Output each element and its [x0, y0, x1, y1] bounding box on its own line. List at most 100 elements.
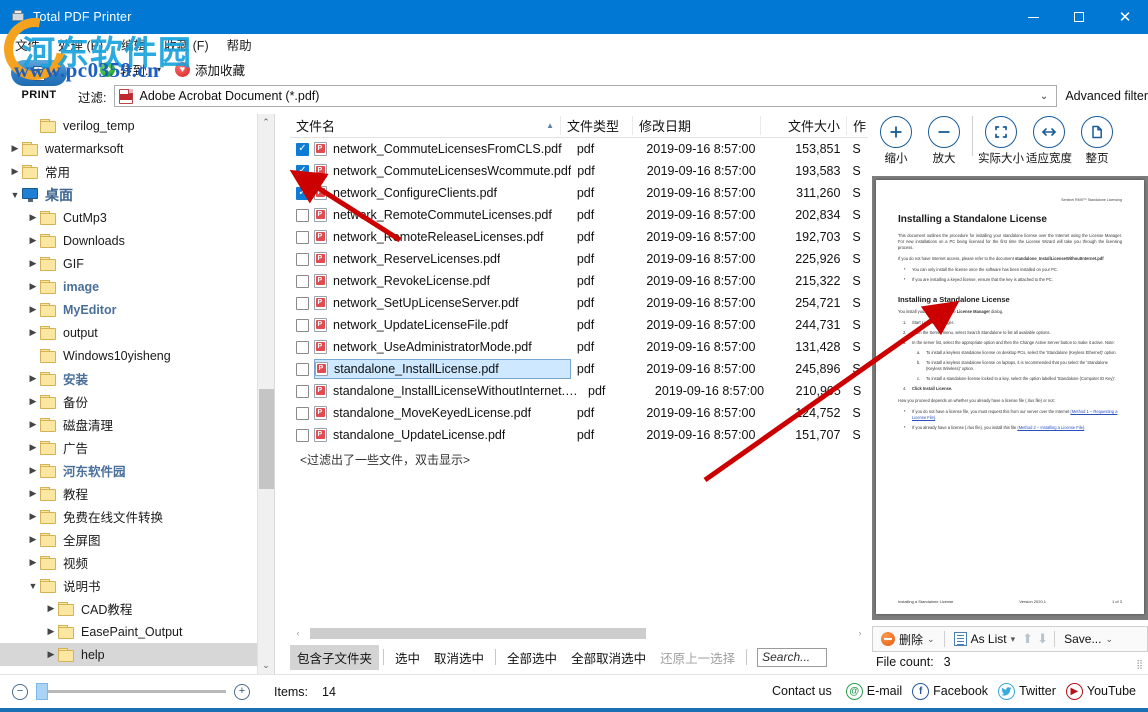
move-up-button[interactable]: ⬆ — [1021, 631, 1034, 647]
hscroll-right-button[interactable]: › — [852, 628, 868, 638]
column-header-date[interactable]: 修改日期 — [632, 116, 760, 135]
tree-collapse-icon[interactable]: ▼ — [8, 183, 22, 206]
row-checkbox-checked[interactable]: ✓ — [296, 164, 309, 178]
tree-item-MyEditor[interactable]: ▶ MyEditor — [0, 298, 257, 321]
table-row[interactable]: Pnetwork_RemoteReleaseLicenses.pdf pdf 201… — [290, 226, 868, 248]
file-list-rows[interactable]: ✓ Pnetwork_CommuteLicensesFromCLS.pdf pdf 2… — [290, 138, 868, 446]
table-row[interactable]: ✓ Pnetwork_ConfigureClients.pdf pdf 2019-09… — [290, 182, 868, 204]
tree-expand-icon[interactable]: ▶ — [26, 413, 40, 436]
scroll-up-button[interactable]: ⌃ — [258, 114, 274, 131]
deselect-button[interactable]: 取消选中 — [427, 645, 491, 670]
hscroll-thumb[interactable] — [310, 627, 646, 639]
tree-expand-icon[interactable]: ▶ — [8, 160, 22, 183]
tree-item-视频[interactable]: ▶ 视频 — [0, 551, 257, 574]
table-row[interactable]: Pstandalone_InstallLicense.pdf pdf 2019-09… — [290, 358, 868, 380]
search-input[interactable]: Search... — [757, 647, 828, 667]
goto-button[interactable]: ➜ 转到.. ▾ — [100, 60, 161, 79]
tree-expand-icon[interactable]: ▶ — [26, 482, 40, 505]
file-list-hscrollbar[interactable]: ‹ › — [290, 625, 868, 641]
menu-favorites[interactable]: 收藏 (F) — [155, 33, 217, 56]
tree-item-常用[interactable]: ▶ 常用 — [0, 160, 257, 183]
cell-filename[interactable]: Pnetwork_CommuteLicensesWcommute.pdf — [314, 161, 571, 181]
column-header-size[interactable]: 文件大小 — [760, 116, 846, 135]
deselect-all-button[interactable]: 全部取消选中 — [564, 645, 653, 670]
row-checkbox[interactable] — [296, 208, 309, 222]
zoom-in-button[interactable]: 缩小 — [872, 116, 920, 166]
resize-grip-icon[interactable]: ⣿ — [1136, 659, 1144, 670]
tree-item-EasePaint_Output[interactable]: ▶ EasePaint_Output — [0, 620, 257, 643]
tree-item-全屏图[interactable]: ▶ 全屏图 — [0, 528, 257, 551]
tree-item-output[interactable]: ▶ output — [0, 321, 257, 344]
column-header-name[interactable]: 文件名 ▲ — [290, 116, 560, 135]
row-checkbox[interactable] — [296, 252, 309, 266]
as-list-button[interactable]: As List ▾ — [950, 630, 1020, 648]
tree-item-桌面[interactable]: ▼ 桌面 — [0, 183, 257, 206]
scroll-down-button[interactable]: ⌄ — [258, 657, 274, 674]
tree-item-备份[interactable]: ▶ 备份 — [0, 390, 257, 413]
maximize-button[interactable] — [1056, 0, 1102, 34]
cell-filename[interactable]: Pstandalone_UpdateLicense.pdf — [314, 425, 571, 445]
tree-expand-icon[interactable]: ▶ — [26, 321, 40, 344]
cell-filename[interactable]: Pnetwork_RevokeLicense.pdf — [314, 271, 571, 291]
scrollbar-thumb[interactable] — [259, 389, 274, 489]
menu-edit[interactable]: 编辑 — [112, 33, 155, 56]
cell-filename[interactable]: Pnetwork_ConfigureClients.pdf — [314, 183, 571, 203]
tree-expand-icon[interactable]: ▶ — [26, 551, 40, 574]
row-checkbox-checked[interactable]: ✓ — [296, 142, 309, 156]
facebook-link[interactable]: f Facebook — [912, 682, 988, 700]
close-button[interactable]: ✕ — [1102, 0, 1148, 34]
row-checkbox[interactable] — [296, 384, 309, 398]
tree-item-说明书[interactable]: ▼ 说明书 — [0, 574, 257, 597]
row-checkbox[interactable] — [296, 230, 309, 244]
hscroll-left-button[interactable]: ‹ — [290, 628, 306, 638]
row-checkbox[interactable] — [296, 340, 309, 354]
tree-expand-icon[interactable]: ▶ — [44, 597, 58, 620]
tree-expand-icon[interactable]: ▶ — [8, 137, 22, 160]
slider-thumb[interactable] — [36, 683, 48, 700]
menu-file[interactable]: 文件 — [6, 33, 49, 56]
tree-item-教程[interactable]: ▶ 教程 — [0, 482, 257, 505]
move-down-button[interactable]: ⬇ — [1036, 631, 1049, 647]
slider-decrease-icon[interactable]: − — [12, 683, 28, 700]
pdf-method2-link[interactable]: (Method 2 – Installing a License File) — [1017, 425, 1084, 430]
include-subfolders-button[interactable]: 包含子文件夹 — [290, 644, 380, 670]
table-row[interactable]: Pnetwork_RemoteCommuteLicenses.pdf pdf 201… — [290, 204, 868, 226]
table-row[interactable]: Pnetwork_UpdateLicenseFile.pdf pdf 2019-09… — [290, 314, 868, 336]
row-checkbox[interactable] — [296, 318, 309, 332]
tree-expand-icon[interactable]: ▶ — [26, 367, 40, 390]
email-link[interactable]: @ E-mail — [845, 682, 902, 700]
pdf-preview-panel[interactable]: Sentinel RMS™ Standalone Licensing Insta… — [872, 176, 1148, 620]
tree-expand-icon[interactable]: ▶ — [44, 620, 58, 643]
add-favorite-button[interactable]: ♥ 添加收藏 — [174, 60, 245, 79]
chevron-down-icon[interactable]: ▾ — [157, 65, 161, 74]
table-row[interactable]: Pnetwork_RevokeLicense.pdf pdf 2019-09-16 … — [290, 270, 868, 292]
chevron-down-icon[interactable]: ▾ — [1011, 634, 1016, 645]
tree-item-CAD教程[interactable]: ▶ CAD教程 — [0, 597, 257, 620]
table-row[interactable]: ✓ Pnetwork_CommuteLicensesWcommute.pdf pdf… — [290, 160, 868, 182]
cell-filename[interactable]: Pnetwork_RemoteReleaseLicenses.pdf — [314, 227, 571, 247]
twitter-link[interactable]: Twitter — [998, 682, 1056, 700]
thumbnail-size-slider[interactable]: − + — [12, 683, 250, 700]
tree-item-安装[interactable]: ▶ 安装 — [0, 367, 257, 390]
fit-page-button[interactable]: 整页 — [1073, 116, 1121, 166]
tree-item-Windows10yisheng[interactable]: Windows10yisheng — [0, 344, 257, 367]
table-row[interactable]: Pstandalone_UpdateLicense.pdf pdf 2019-09-… — [290, 424, 868, 446]
tree-expand-icon[interactable]: ▶ — [26, 459, 40, 482]
table-row[interactable]: Pnetwork_SetUpLicenseServer.pdf pdf 2019-0… — [290, 292, 868, 314]
tree-vertical-scrollbar[interactable]: ⌃ ⌄ — [257, 114, 274, 674]
fit-width-button[interactable]: 适应宽度 — [1025, 116, 1073, 166]
tree-item-广告[interactable]: ▶ 广告 — [0, 436, 257, 459]
chevron-down-icon[interactable]: ⌄ — [927, 634, 935, 645]
advanced-filter-link[interactable]: Advanced filter — [1065, 89, 1148, 103]
print-button[interactable]: PRINT — [8, 60, 70, 108]
zoom-out-button[interactable]: 放大 — [920, 116, 968, 166]
menu-help[interactable]: 帮助 — [218, 33, 261, 56]
row-checkbox[interactable] — [296, 296, 309, 310]
cell-filename[interactable]: Pnetwork_UseAdministratorMode.pdf — [314, 337, 571, 357]
table-row[interactable]: Pstandalone_InstallLicenseWithoutInterne… — [290, 380, 868, 402]
row-checkbox[interactable] — [296, 362, 309, 376]
tree-expand-icon[interactable]: ▶ — [26, 436, 40, 459]
tree-expand-icon[interactable]: ▶ — [26, 390, 40, 413]
slider-increase-icon[interactable]: + — [234, 683, 250, 700]
table-row[interactable]: Pnetwork_ReserveLicenses.pdf pdf 2019-09-1… — [290, 248, 868, 270]
